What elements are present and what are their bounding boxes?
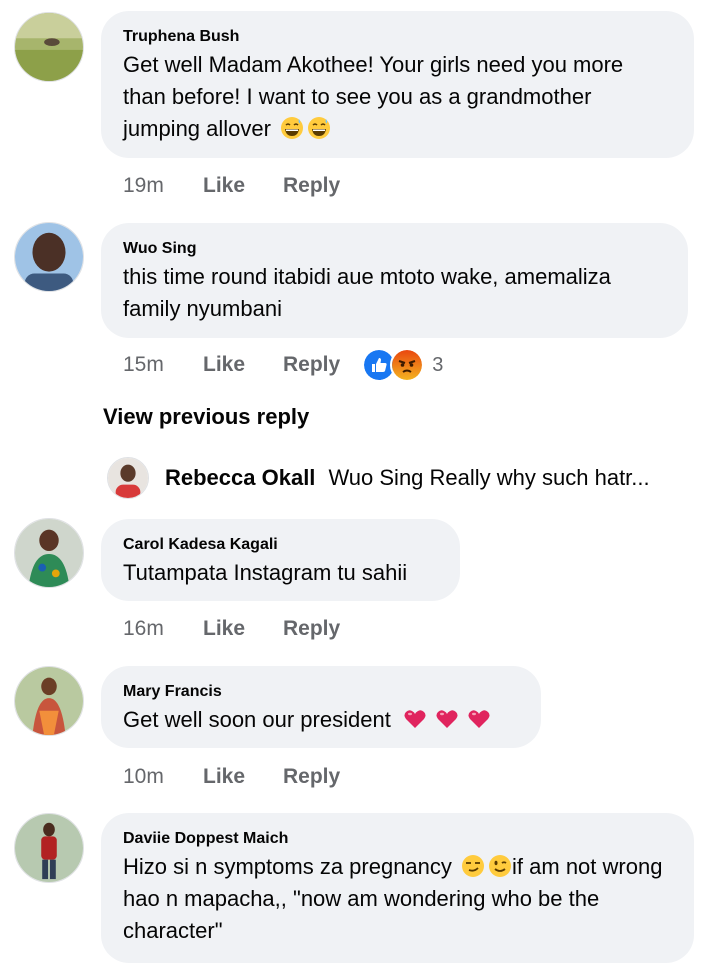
comment-text: Get well Madam Akothee! Your girls need … (123, 52, 624, 141)
comment-timestamp[interactable]: 19m (123, 174, 203, 198)
view-previous-reply-link[interactable]: View previous reply (103, 404, 309, 430)
comment-timestamp[interactable]: 10m (123, 765, 203, 789)
comment-author[interactable]: Carol Kadesa Kagali (123, 535, 438, 555)
comment-bubble[interactable]: Truphena Bush Get well Madam Akothee! Yo… (101, 11, 694, 158)
red-heart-emoji-icon (436, 710, 458, 728)
avatar[interactable] (14, 518, 84, 588)
red-heart-emoji-icon (468, 710, 490, 728)
comment-bubble[interactable]: Daviie Doppest Maich Hizo si n symptoms … (101, 813, 694, 963)
comment-text: this time round itabidi aue mtoto wake, … (123, 264, 611, 321)
comment-bubble[interactable]: Mary Francis Get well soon our president (101, 666, 541, 748)
reply-button[interactable]: Reply (283, 174, 340, 198)
comment-actions: 16m Like Reply (123, 613, 340, 645)
like-button[interactable]: Like (203, 617, 283, 641)
comment-text: Tutampata Instagram tu sahii (123, 560, 408, 585)
comment-bubble[interactable]: Carol Kadesa Kagali Tutampata Instagram … (101, 519, 460, 601)
comment-actions: 10m Like Reply (123, 761, 340, 793)
grinning-sweat-emoji-icon (308, 117, 331, 139)
like-button[interactable]: Like (203, 353, 283, 377)
angry-reaction-icon (390, 348, 425, 382)
reply-button[interactable]: Reply (283, 353, 340, 377)
avatar[interactable] (14, 813, 84, 883)
comment-actions: 19m Like Reply (123, 170, 340, 202)
comment-bubble[interactable]: Wuo Sing this time round itabidi aue mto… (101, 223, 688, 338)
comment-timestamp[interactable]: 16m (123, 617, 203, 641)
grinning-sweat-emoji-icon (281, 117, 304, 139)
avatar[interactable] (107, 457, 149, 499)
comment-author[interactable]: Mary Francis (123, 682, 519, 702)
winking-face-emoji-icon (489, 855, 512, 877)
nested-reply-text: Wuo Sing Really why such hatr... (328, 465, 650, 490)
comment-author[interactable]: Truphena Bush (123, 27, 672, 47)
nested-reply-preview[interactable]: Rebecca Okall Wuo Sing Really why such h… (107, 456, 687, 500)
comment-author[interactable]: Wuo Sing (123, 239, 666, 259)
avatar-photo (15, 13, 83, 81)
like-button[interactable]: Like (203, 174, 283, 198)
comment-actions: 15m Like Reply 3 (123, 348, 443, 382)
avatar-photo (15, 223, 83, 291)
avatar-photo (15, 667, 83, 735)
comment-timestamp[interactable]: 15m (123, 353, 203, 377)
red-heart-emoji-icon (404, 710, 426, 728)
like-button[interactable]: Like (203, 765, 283, 789)
reaction-count: 3 (432, 353, 444, 376)
comment-author[interactable]: Daviie Doppest Maich (123, 829, 672, 849)
avatar-photo (108, 458, 148, 498)
avatar-photo (15, 814, 83, 882)
avatar[interactable] (14, 12, 84, 82)
comment-text: Hizo si n symptoms za pregnancy if am no… (123, 854, 663, 943)
reply-button[interactable]: Reply (283, 765, 340, 789)
comment-text: Get well soon our president (123, 704, 519, 736)
nested-reply-author[interactable]: Rebecca Okall (165, 465, 315, 491)
reply-button[interactable]: Reply (283, 617, 340, 641)
reaction-summary[interactable]: 3 (362, 348, 443, 382)
avatar[interactable] (14, 666, 84, 736)
avatar-photo (15, 519, 83, 587)
avatar[interactable] (14, 222, 84, 292)
smirking-face-emoji-icon (462, 855, 485, 877)
